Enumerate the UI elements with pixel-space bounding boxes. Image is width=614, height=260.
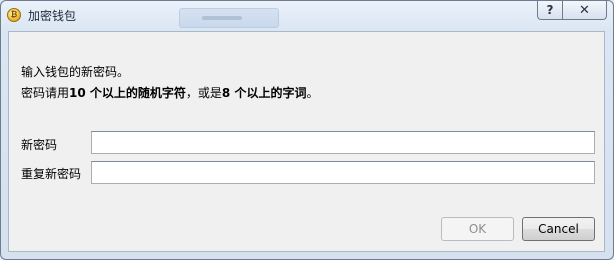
ok-button[interactable]: OK xyxy=(441,217,514,241)
background-window-fragment xyxy=(179,8,279,28)
dialog-body: 输入钱包的新密码。 密码请用10 个以上的随机字符，或是8 个以上的字词。 新密… xyxy=(8,31,605,252)
hint-bold-words: 8 个以上的字词 xyxy=(221,86,307,100)
new-password-field[interactable] xyxy=(91,131,595,154)
help-button[interactable]: ? xyxy=(537,1,563,20)
encrypt-wallet-dialog: ₿ 加密钱包 ? ✕ 输入钱包的新密码。 密码请用10 个以上的随机字符，或是8… xyxy=(0,0,614,260)
repeat-password-label: 重复新密码 xyxy=(21,167,82,181)
window-title: 加密钱包 xyxy=(28,9,77,23)
hint-prefix: 密码请用 xyxy=(21,86,70,100)
close-button[interactable]: ✕ xyxy=(563,1,607,20)
hint-mid: ，或是 xyxy=(185,86,222,100)
help-icon: ? xyxy=(546,3,554,17)
hint-suffix: 。 xyxy=(306,86,319,100)
repeat-password-field[interactable] xyxy=(91,161,595,184)
caption-buttons: ? ✕ xyxy=(537,1,607,21)
hint-bold-random-chars: 10 个以上的随机字符 xyxy=(69,86,186,100)
new-password-label: 新密码 xyxy=(21,138,58,152)
cancel-button[interactable]: Cancel xyxy=(522,217,595,241)
instruction-text: 输入钱包的新密码。 xyxy=(21,65,130,79)
password-hint-text: 密码请用10 个以上的随机字符，或是8 个以上的字词。 xyxy=(21,84,318,101)
close-icon: ✕ xyxy=(579,2,590,18)
bitcoin-icon: ₿ xyxy=(7,8,21,22)
title-bar[interactable]: ₿ 加密钱包 ? ✕ xyxy=(1,1,613,31)
